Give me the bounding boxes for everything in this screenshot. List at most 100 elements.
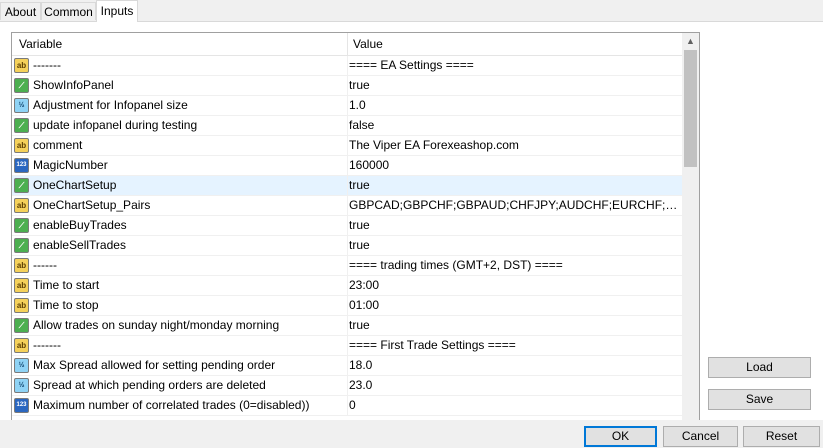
save-button[interactable]: Save [708, 389, 811, 410]
cell-divider [347, 296, 348, 315]
variable-name: Adjustment for Infopanel size [33, 98, 188, 112]
variable-value[interactable]: 23.0 [349, 376, 679, 395]
string-icon: ab [14, 138, 29, 153]
table-row[interactable]: ⟋ Allow trades on sunday night/monday mor… [12, 316, 682, 336]
table-row[interactable]: ab comment The Viper EA Forexeashop.com [12, 136, 682, 156]
string-icon: ab [14, 278, 29, 293]
variable-value[interactable]: false [349, 116, 679, 135]
variable-name: Max Spread allowed for setting pending o… [33, 358, 276, 372]
variable-name: Time to stop [33, 298, 99, 312]
variable-name: MagicNumber [33, 158, 108, 172]
table-row[interactable]: 123 Maximum number of correlated trades (… [12, 396, 682, 416]
table-row[interactable]: ab ------ ==== trading times (GMT+2, DST) … [12, 256, 682, 276]
variable-value[interactable]: The Viper EA Forexeashop.com [349, 136, 679, 155]
variable-name: ShowInfoPanel [33, 78, 114, 92]
double-icon: ½ [14, 358, 29, 373]
scroll-thumb[interactable] [684, 50, 697, 167]
variable-name: comment [33, 138, 83, 152]
string-icon: ab [14, 338, 29, 353]
bool-icon: ⟋ [14, 238, 29, 253]
table-row[interactable]: ½ Adjustment for Infopanel size 1.0 [12, 96, 682, 116]
variable-name: enableBuyTrades [33, 218, 127, 232]
table-row[interactable]: ab ------- ==== First Trade Settings ==== [12, 336, 682, 356]
cell-divider [347, 276, 348, 295]
cell-divider [347, 396, 348, 415]
scroll-up-arrow-icon[interactable]: ▲ [682, 33, 699, 50]
inputs-list: Variable Value ab ------- ==== EA Settings… [11, 32, 700, 434]
cancel-button[interactable]: Cancel [663, 426, 738, 447]
variable-value[interactable]: true [349, 316, 679, 335]
table-row[interactable]: ⟋ update infopanel during testing false [12, 116, 682, 136]
string-icon: ab [14, 298, 29, 313]
table-row[interactable]: ⟋ OneChartSetup true [12, 176, 682, 196]
int-icon: 123 [14, 398, 29, 413]
table-row[interactable]: ab Time to start 23:00 [12, 276, 682, 296]
variable-name: Time to start [33, 278, 100, 292]
variable-value[interactable]: 0 [349, 396, 679, 415]
variable-value[interactable]: ==== trading times (GMT+2, DST) ==== [349, 256, 679, 275]
column-header-value[interactable]: Value [353, 33, 383, 55]
list-header: Variable Value [12, 33, 682, 56]
reset-button[interactable]: Reset [743, 426, 820, 447]
double-icon: ½ [14, 378, 29, 393]
cell-divider [347, 376, 348, 395]
table-row[interactable]: 123 MagicNumber 160000 [12, 156, 682, 176]
bool-icon: ⟋ [14, 318, 29, 333]
bool-icon: ⟋ [14, 218, 29, 233]
int-icon: 123 [14, 158, 29, 173]
variable-value[interactable]: true [349, 216, 679, 235]
tab-inputs[interactable]: Inputs [96, 0, 138, 22]
variable-value[interactable]: 23:00 [349, 276, 679, 295]
tab-about[interactable]: About [0, 2, 41, 20]
cell-divider [347, 356, 348, 375]
tab-common[interactable]: Common [41, 2, 96, 20]
table-row[interactable]: ab Time to stop 01:00 [12, 296, 682, 316]
cell-divider [347, 176, 348, 195]
table-row[interactable]: ab ------- ==== EA Settings ==== [12, 56, 682, 76]
table-row[interactable]: ⟋ ShowInfoPanel true [12, 76, 682, 96]
variable-name: ------- [33, 58, 61, 72]
cell-divider [347, 56, 348, 75]
variable-value[interactable]: 1.0 [349, 96, 679, 115]
cell-divider [347, 96, 348, 115]
variable-value[interactable]: ==== EA Settings ==== [349, 56, 679, 75]
tab-strip: About Common Inputs [0, 0, 823, 22]
variable-name: ------- [33, 338, 61, 352]
cell-divider [347, 196, 348, 215]
variable-value[interactable]: true [349, 176, 679, 195]
variable-value[interactable]: true [349, 76, 679, 95]
variable-name: enableSellTrades [33, 238, 126, 252]
variable-value[interactable]: true [349, 236, 679, 255]
variable-name: OneChartSetup [33, 178, 117, 192]
column-divider[interactable] [347, 33, 348, 55]
double-icon: ½ [14, 98, 29, 113]
bool-icon: ⟋ [14, 118, 29, 133]
cell-divider [347, 236, 348, 255]
variable-value[interactable]: GBPCAD;GBPCHF;GBPAUD;CHFJPY;AUDCHF;EURCH… [349, 196, 679, 215]
variable-name: update infopanel during testing [33, 118, 198, 132]
list-rows: ab ------- ==== EA Settings ==== ⟋ ShowInfoP… [12, 56, 682, 416]
table-row[interactable]: ab OneChartSetup_Pairs GBPCAD;GBPCHF;GBPAU… [12, 196, 682, 216]
bool-icon: ⟋ [14, 178, 29, 193]
variable-name: ------ [33, 258, 57, 272]
variable-value[interactable]: 18.0 [349, 356, 679, 375]
load-button[interactable]: Load [708, 357, 811, 378]
cell-divider [347, 256, 348, 275]
inputs-panel: Variable Value ab ------- ==== EA Settings… [0, 21, 823, 434]
table-row[interactable]: ⟋ enableBuyTrades true [12, 216, 682, 236]
table-row[interactable]: ⟋ enableSellTrades true [12, 236, 682, 256]
column-header-variable[interactable]: Variable [19, 33, 62, 55]
variable-value[interactable]: 01:00 [349, 296, 679, 315]
table-row[interactable]: ½ Spread at which pending orders are dele… [12, 376, 682, 396]
table-row[interactable]: ½ Max Spread allowed for setting pending … [12, 356, 682, 376]
variable-name: OneChartSetup_Pairs [33, 198, 151, 212]
variable-name: Maximum number of correlated trades (0=d… [33, 398, 310, 412]
cell-divider [347, 156, 348, 175]
bool-icon: ⟋ [14, 78, 29, 93]
string-icon: ab [14, 198, 29, 213]
variable-value[interactable]: 160000 [349, 156, 679, 175]
cell-divider [347, 76, 348, 95]
vertical-scrollbar[interactable]: ▲ ▼ [682, 33, 699, 433]
ok-button[interactable]: OK [584, 426, 657, 447]
variable-value[interactable]: ==== First Trade Settings ==== [349, 336, 679, 355]
